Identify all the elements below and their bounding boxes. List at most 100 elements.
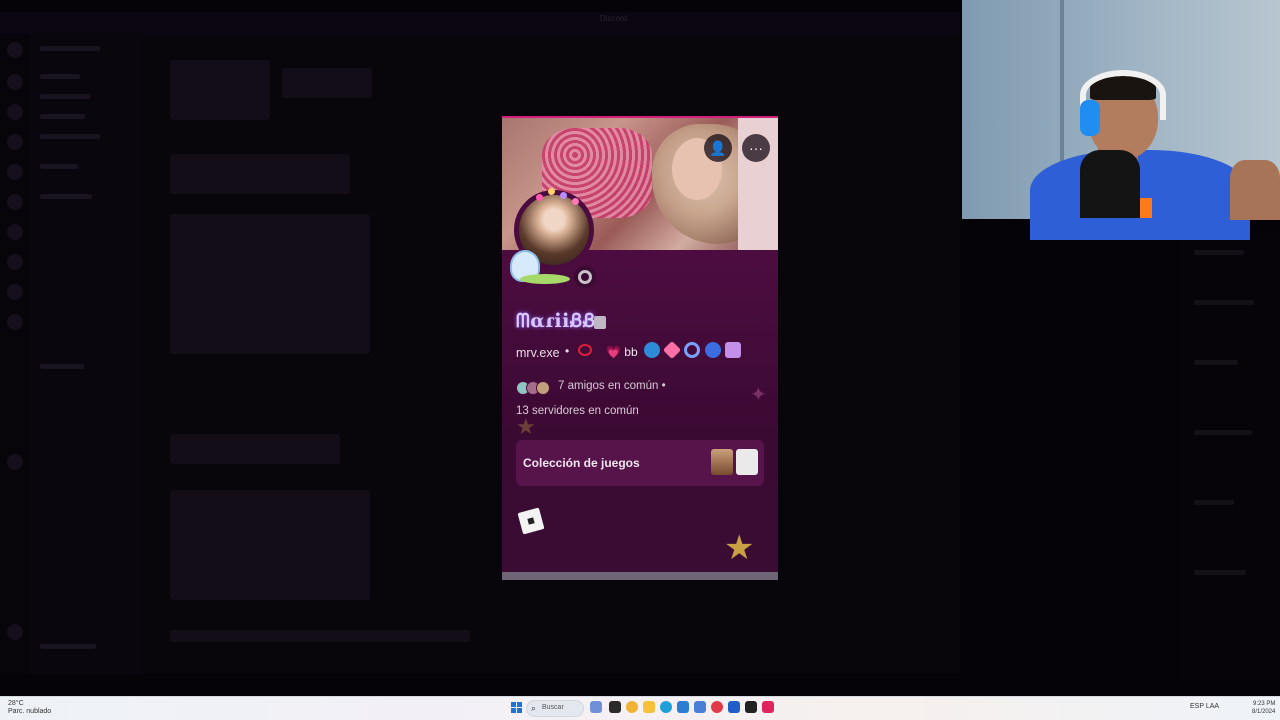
mutual-friends[interactable]: 7 amigos en común •	[558, 380, 666, 392]
channel-item[interactable]	[40, 644, 96, 649]
games-collection-card[interactable]: Colección de juegos	[516, 440, 764, 486]
search-icon: ⌕	[531, 703, 537, 713]
quest-badge-icon[interactable]	[725, 342, 741, 358]
message-input[interactable]	[170, 630, 470, 642]
taskbar-app-icon[interactable]	[762, 701, 774, 713]
separator: •	[565, 344, 570, 358]
taskbar-app-icon[interactable]	[694, 701, 706, 713]
weather-temp: 28°C	[8, 700, 24, 707]
message-text	[170, 434, 340, 464]
member-item[interactable]	[1194, 360, 1238, 365]
steam-icon[interactable]	[728, 701, 740, 713]
member-item[interactable]	[1194, 430, 1252, 435]
store-icon[interactable]	[677, 701, 689, 713]
clock[interactable]: 9:23 PM 8/1/2024	[1252, 700, 1275, 716]
member-item[interactable]	[1194, 250, 1244, 255]
channel-item[interactable]	[40, 74, 80, 79]
headset-icon	[1080, 100, 1100, 136]
server-icon[interactable]	[7, 284, 23, 300]
language-indicator[interactable]: ESP	[1190, 703, 1204, 710]
star-icon: ★	[724, 529, 755, 567]
member-list	[1180, 230, 1280, 680]
add-friend-glyph: 👤	[709, 139, 727, 156]
edge-icon[interactable]	[660, 701, 672, 713]
username[interactable]: mrv.exe	[516, 346, 560, 360]
sparkle-icon: ✦	[750, 384, 767, 406]
server-icon[interactable]	[7, 454, 23, 470]
channel-item[interactable]	[40, 46, 100, 51]
message-text	[282, 68, 372, 98]
game-thumbnail	[711, 449, 733, 475]
app-title-bar: Discord	[0, 12, 960, 34]
channel-item[interactable]	[40, 364, 84, 369]
folder-icon[interactable]	[643, 701, 655, 713]
server-icon[interactable]	[7, 134, 23, 150]
heart-icon: 💗	[606, 345, 621, 359]
region-indicator: LAA	[1205, 703, 1220, 710]
roblox-thumbnail	[736, 449, 758, 475]
status-indicator	[574, 266, 596, 288]
webcam-person	[1030, 150, 1250, 240]
search-placeholder: Buscar	[542, 704, 564, 711]
channel-item[interactable]	[40, 134, 100, 139]
nitro-gem-badge-icon[interactable]	[662, 340, 682, 360]
active-developer-badge-icon[interactable]	[705, 342, 721, 358]
taskbar-app-icon[interactable]	[590, 701, 602, 713]
server-icon[interactable]	[7, 314, 23, 330]
more-options-icon[interactable]: ···	[742, 134, 770, 162]
more-glyph: ···	[749, 140, 763, 156]
opera-icon[interactable]	[711, 701, 723, 713]
flower-icon	[536, 194, 543, 201]
app-title: Discord	[600, 14, 628, 23]
pronouns: 💗 bb	[606, 345, 638, 359]
weather-widget[interactable]: 28°C Parc. nublado	[8, 700, 51, 716]
member-item[interactable]	[1194, 500, 1234, 505]
offline-status-icon	[578, 270, 592, 284]
channel-item[interactable]	[40, 164, 78, 169]
channel-item[interactable]	[40, 114, 85, 119]
server-icon[interactable]	[7, 624, 23, 640]
clock-date: 8/1/2024	[1252, 709, 1276, 715]
hypesquad-badge-icon[interactable]	[644, 342, 660, 358]
channel-item[interactable]	[40, 94, 90, 99]
server-icon[interactable]	[7, 224, 23, 240]
flower-icon	[572, 198, 579, 205]
server-icon[interactable]	[7, 104, 23, 120]
separator: •	[661, 380, 666, 392]
server-icon[interactable]	[7, 164, 23, 180]
note-icon[interactable]	[594, 316, 606, 329]
taskbar-search[interactable]: ⌕ Buscar	[526, 700, 584, 717]
server-rail	[0, 34, 30, 674]
server-icon[interactable]	[7, 194, 23, 210]
server-boost-badge-icon[interactable]	[684, 342, 700, 358]
profile-footer-bar	[502, 572, 778, 580]
member-item[interactable]	[1194, 570, 1246, 575]
clock-time: 9:23 PM	[1253, 701, 1276, 707]
screen: Discord 👤 ··· ᗰαɾiiᏰᏰ mrv.exe • 💗 bb 7 a…	[0, 0, 1280, 696]
taskbar: 28°C Parc. nublado ⌕ Buscar ESP LAA 9:23…	[0, 696, 1280, 720]
lips-icon	[578, 344, 592, 356]
member-item[interactable]	[1194, 300, 1254, 305]
avatar-container[interactable]	[510, 186, 598, 288]
channel-item[interactable]	[40, 194, 92, 199]
user-profile-popout: 👤 ··· ᗰαɾiiᏰᏰ mrv.exe • 💗 bb 7 amigos en…	[502, 116, 778, 580]
tiktok-icon[interactable]	[745, 701, 757, 713]
chrome-icon[interactable]	[626, 701, 638, 713]
message-image	[170, 60, 270, 120]
server-icon[interactable]	[7, 254, 23, 270]
message-embed	[170, 490, 370, 600]
microphone-icon	[1080, 150, 1140, 218]
server-icon[interactable]	[7, 42, 23, 58]
file-explorer-icon[interactable]	[609, 701, 621, 713]
server-icon[interactable]	[7, 74, 23, 90]
webcam-person	[1230, 160, 1280, 220]
mutual-friends-text: 7 amigos en común	[558, 380, 659, 392]
system-tray[interactable]: ESP LAA	[1190, 703, 1219, 710]
games-collection-title: Colección de juegos	[523, 456, 640, 470]
flower-icon	[548, 188, 555, 195]
roblox-icon[interactable]	[517, 507, 545, 535]
add-friend-icon[interactable]: 👤	[704, 134, 732, 162]
windows-start-icon[interactable]	[511, 702, 522, 713]
channel-list	[30, 34, 142, 674]
grass-decoration	[520, 274, 570, 284]
